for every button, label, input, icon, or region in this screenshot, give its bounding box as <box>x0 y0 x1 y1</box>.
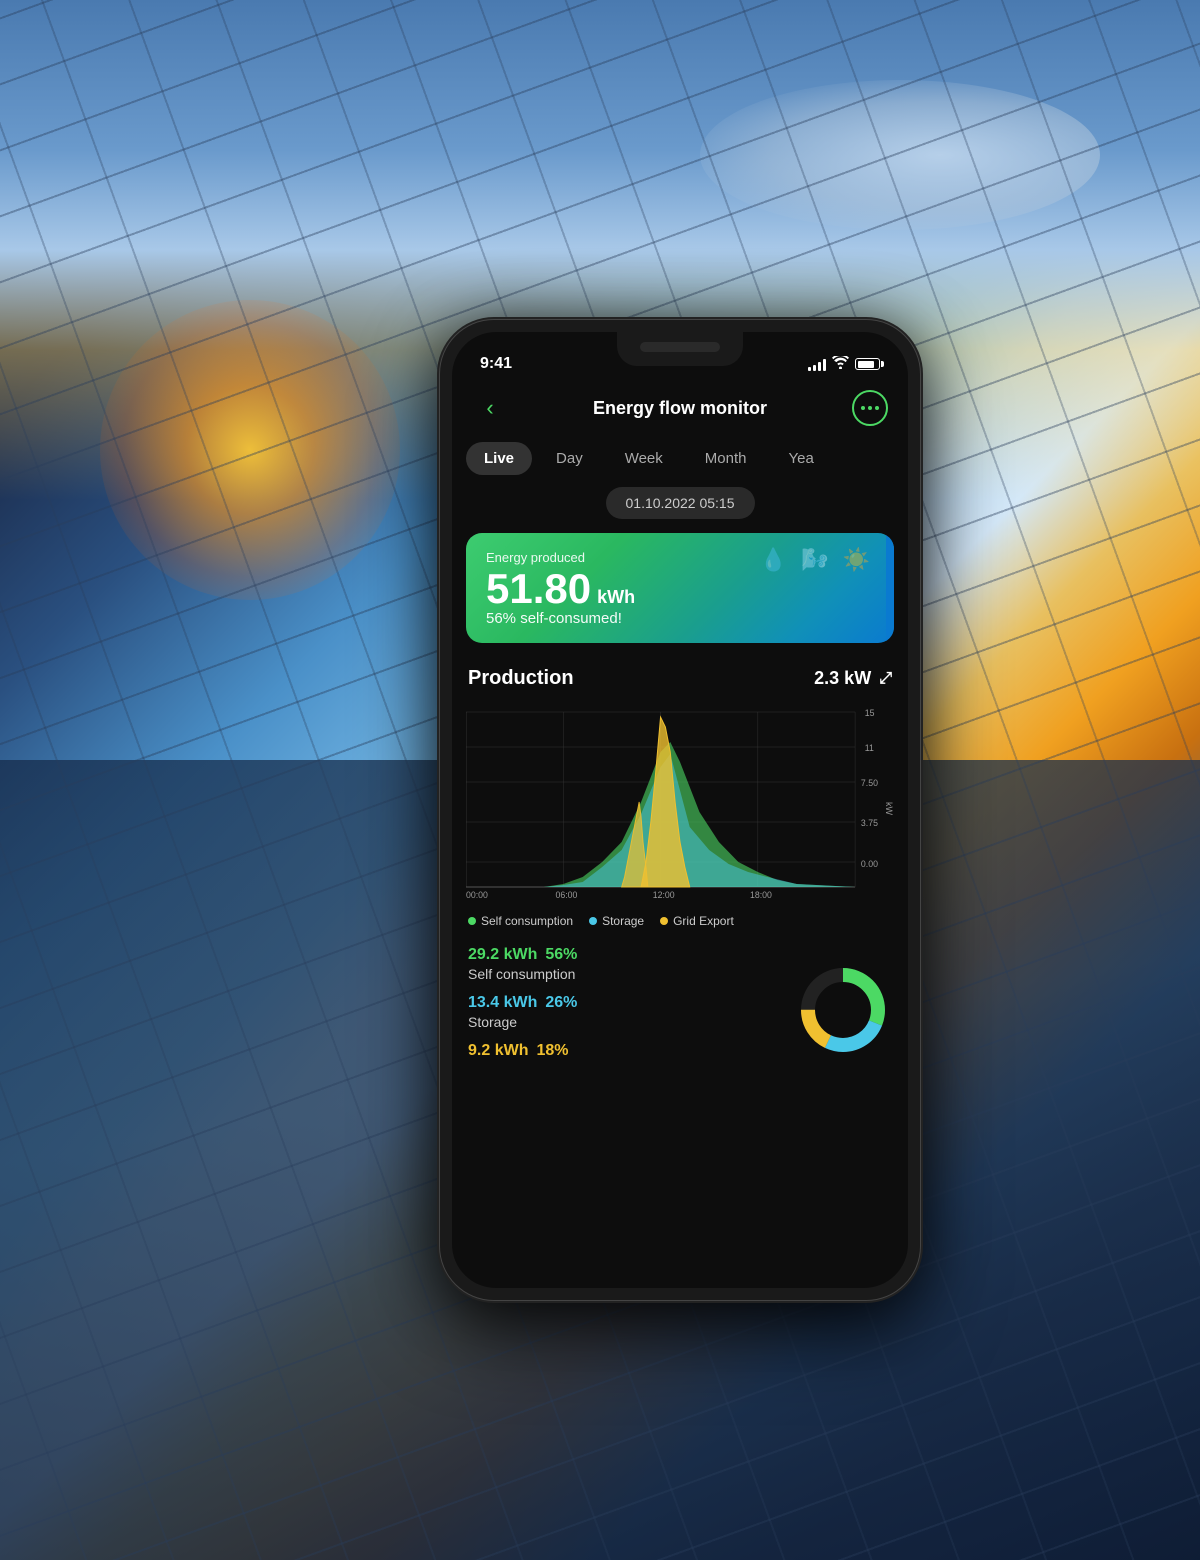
battery-body <box>855 358 880 370</box>
date-display[interactable]: 01.10.2022 05:15 <box>606 487 755 519</box>
energy-produced-label: Energy produced <box>486 550 585 565</box>
legend-self-consumption-label: Self consumption <box>481 914 573 928</box>
tab-bar: Live Day Week Month Yea <box>452 438 908 487</box>
storage-dot <box>589 917 597 925</box>
page-title: Energy flow monitor <box>508 398 852 419</box>
chart-legend: Self consumption Storage Grid Export <box>452 910 908 938</box>
energy-value-row: 51.80 kWh <box>486 568 874 610</box>
svg-text:06:00: 06:00 <box>555 890 577 900</box>
production-value: 2.3 kW ⤢ <box>814 668 892 689</box>
legend-grid-export-label: Grid Export <box>673 914 734 928</box>
wind-turbine-icon: 🌬️ <box>801 547 828 573</box>
energy-unit: kWh <box>597 587 635 608</box>
production-chart: 15 11 7.50 3.75 0.00 kW 00:00 06:00 12:0… <box>466 702 894 902</box>
stat-sc-values: 29.2 kWh 56% <box>468 946 892 964</box>
legend-storage: Storage <box>589 914 644 928</box>
svg-text:11: 11 <box>865 743 874 753</box>
card-side-accent <box>886 533 894 643</box>
expand-icon[interactable]: ⤢ <box>879 670 892 688</box>
notch-pill <box>640 342 720 352</box>
battery-fill <box>858 361 874 368</box>
stats-section: 29.2 kWh 56% Self consumption 13.4 kWh 2… <box>452 938 908 1080</box>
svg-text:kW: kW <box>884 802 894 816</box>
energy-icons: 💧 🌬️ ☀️ <box>760 547 870 573</box>
status-icons <box>808 356 880 372</box>
energy-card: 💧 🌬️ ☀️ Energy produced 51.80 kWh 56% se… <box>466 533 894 643</box>
svg-text:18:00: 18:00 <box>750 890 772 900</box>
tab-week[interactable]: Week <box>607 442 681 475</box>
svg-text:00:00: 00:00 <box>466 890 488 900</box>
chart-svg: 15 11 7.50 3.75 0.00 kW 00:00 06:00 12:0… <box>466 702 894 902</box>
app-header: ‹ Energy flow monitor <box>452 382 908 438</box>
energy-value: 51.80 <box>486 568 591 610</box>
phone-screen: 9:41 <box>452 332 908 1288</box>
grid-export-dot <box>660 917 668 925</box>
back-button[interactable]: ‹ <box>472 390 508 426</box>
stat-st-pct: 26% <box>545 994 577 1012</box>
tab-month[interactable]: Month <box>687 442 765 475</box>
battery-icon <box>855 358 880 370</box>
stat-sc-pct: 56% <box>545 946 577 964</box>
energy-sub: 56% self-consumed! <box>486 610 874 627</box>
legend-self-consumption: Self consumption <box>468 914 573 928</box>
donut-chart <box>798 965 888 1060</box>
stat-ge-kwh: 9.2 kWh <box>468 1042 528 1060</box>
svg-text:3.75: 3.75 <box>861 818 878 828</box>
more-button[interactable] <box>852 390 888 426</box>
tab-day[interactable]: Day <box>538 442 601 475</box>
signal-bar-2 <box>813 365 816 371</box>
production-kw: 2.3 kW <box>814 668 871 689</box>
svg-text:0.00: 0.00 <box>861 859 878 869</box>
phone-notch <box>617 332 743 366</box>
stat-sc-kwh: 29.2 kWh <box>468 946 537 964</box>
solar-icon: ☀️ <box>843 547 870 573</box>
donut-svg <box>798 965 888 1055</box>
wifi-icon <box>832 356 849 372</box>
water-drop-icon: 💧 <box>760 547 787 573</box>
self-consumption-dot <box>468 917 476 925</box>
svg-text:12:00: 12:00 <box>653 890 675 900</box>
status-time: 9:41 <box>480 355 512 373</box>
signal-bar-4 <box>823 359 826 371</box>
tab-year[interactable]: Yea <box>770 442 831 475</box>
tab-live[interactable]: Live <box>466 442 532 475</box>
legend-grid-export: Grid Export <box>660 914 734 928</box>
phone-shell: 9:41 <box>440 320 920 1300</box>
production-title: Production <box>468 667 574 690</box>
signal-bar-1 <box>808 367 811 371</box>
svg-text:7.50: 7.50 <box>861 778 878 788</box>
phone-device: 9:41 <box>440 320 920 1300</box>
stat-st-kwh: 13.4 kWh <box>468 994 537 1012</box>
stat-ge-pct: 18% <box>536 1042 568 1060</box>
production-header: Production 2.3 kW ⤢ <box>452 659 908 694</box>
signal-icon <box>808 358 826 371</box>
svg-text:15: 15 <box>865 708 875 718</box>
legend-storage-label: Storage <box>602 914 644 928</box>
signal-bar-3 <box>818 362 821 371</box>
